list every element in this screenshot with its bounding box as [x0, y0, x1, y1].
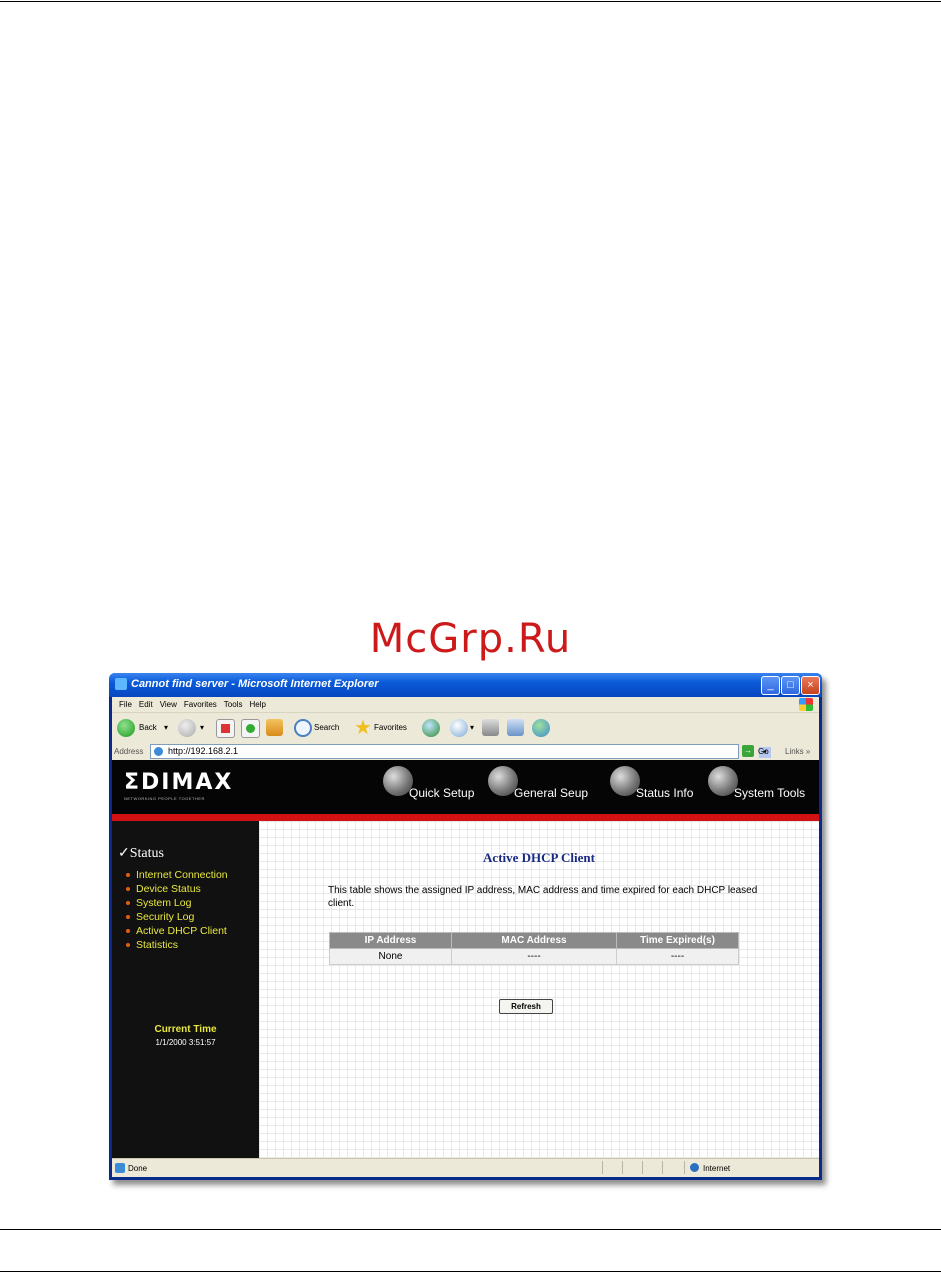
- maximize-button[interactable]: □: [781, 676, 800, 695]
- table-header-row: IP Address MAC Address Time Expired(s): [329, 932, 739, 949]
- col-time-expired: Time Expired(s): [616, 932, 739, 949]
- page-done-icon: [115, 1163, 125, 1173]
- sidebar-item-statistics[interactable]: Statistics: [126, 939, 178, 951]
- status-divider: [662, 1161, 663, 1174]
- stop-icon[interactable]: [216, 719, 235, 738]
- nav-general-setup-label: General Seup: [514, 786, 589, 800]
- home-icon[interactable]: [266, 719, 283, 736]
- col-mac-address: MAC Address: [451, 932, 617, 949]
- edimax-logo: ΣDIMAX: [124, 770, 234, 795]
- search-label[interactable]: Search: [314, 723, 339, 732]
- menu-file[interactable]: File: [119, 697, 132, 712]
- windows-logo-icon: [799, 698, 813, 711]
- menu-tools[interactable]: Tools: [224, 697, 243, 712]
- watermark: McGrp.Ru: [369, 616, 572, 662]
- dhcp-client-table: IP Address MAC Address Time Expired(s) N…: [329, 932, 739, 965]
- sidebar-item-label: Internet Connection: [136, 869, 228, 881]
- sidebar-item-device-status[interactable]: Device Status: [126, 883, 201, 895]
- forward-dropdown-icon[interactable]: ▾: [200, 723, 204, 732]
- nav-system-tools-label: System Tools: [734, 786, 806, 800]
- bottom-rule-2: [0, 1271, 941, 1272]
- page-title: Active DHCP Client: [483, 850, 595, 865]
- edit-icon[interactable]: [507, 719, 524, 736]
- links-button[interactable]: Links »: [785, 747, 810, 756]
- sidebar-heading: ✓Status: [118, 846, 164, 861]
- sidebar-item-label: Device Status: [136, 883, 201, 895]
- status-divider: [642, 1161, 643, 1174]
- table-row: None ---- ----: [329, 948, 739, 965]
- nav-quick-setup-label: Quick Setup: [409, 786, 475, 800]
- print-icon[interactable]: [482, 719, 499, 736]
- cell-mac: ----: [451, 948, 617, 965]
- mail-icon[interactable]: [450, 719, 468, 737]
- search-icon[interactable]: [294, 719, 312, 737]
- current-time-label: Current Time: [154, 1024, 217, 1035]
- main-content: Active DHCP Client This table shows the …: [259, 821, 819, 1158]
- favorites-icon[interactable]: ★: [354, 715, 372, 740]
- toolbar: Back ▾ ▾ Search ★ Favorites ▾: [112, 712, 819, 744]
- status-bar: Done Internet: [112, 1158, 819, 1177]
- close-button[interactable]: ×: [801, 676, 820, 695]
- sidebar-item-label: System Log: [136, 897, 192, 909]
- status-divider: [602, 1161, 603, 1174]
- sidebar-item-label: Security Log: [136, 911, 195, 923]
- back-icon[interactable]: [117, 719, 135, 737]
- sidebar-item-system-log[interactable]: System Log: [126, 897, 191, 909]
- security-zone: Internet: [703, 1164, 731, 1173]
- cell-time: ----: [616, 948, 739, 965]
- address-url[interactable]: http://192.168.2.1: [168, 746, 238, 756]
- sidebar-item-internet-connection[interactable]: Internet Connection: [126, 869, 228, 881]
- page-description: This table shows the assigned IP address…: [328, 885, 758, 909]
- messenger-icon[interactable]: [532, 719, 550, 737]
- current-time-value: 1/1/2000 3:51:57: [155, 1038, 216, 1047]
- status-divider: [684, 1161, 685, 1174]
- menu-favorites[interactable]: Favorites: [184, 697, 217, 712]
- go-icon[interactable]: →: [742, 745, 754, 757]
- back-label[interactable]: Back: [139, 723, 157, 732]
- page-icon: [154, 747, 163, 756]
- address-label: Address: [114, 747, 144, 756]
- mail-dropdown-icon[interactable]: ▾: [470, 723, 474, 732]
- refresh-button[interactable]: Refresh: [499, 999, 553, 1014]
- menu-help[interactable]: Help: [249, 697, 265, 712]
- bottom-rule-1: [0, 1229, 941, 1230]
- sidebar-item-label: Active DHCP Client: [136, 925, 227, 937]
- refresh-icon[interactable]: [241, 719, 260, 738]
- cell-ip: None: [329, 948, 452, 965]
- title-bar[interactable]: Cannot find server - Microsoft Internet …: [109, 673, 822, 697]
- favorites-label[interactable]: Favorites: [374, 723, 407, 732]
- back-dropdown-icon[interactable]: ▾: [164, 723, 168, 732]
- router-header: ΣDIMAX NETWORKING PEOPLE TOGETHER Quick …: [112, 760, 819, 814]
- minimize-button[interactable]: _: [761, 676, 780, 695]
- browser-window: Cannot find server - Microsoft Internet …: [109, 673, 822, 1180]
- ie-icon: [115, 678, 127, 690]
- menu-edit[interactable]: Edit: [139, 697, 153, 712]
- col-ip-address: IP Address: [329, 932, 452, 949]
- top-rule: [0, 1, 941, 2]
- web-page: ΣDIMAX NETWORKING PEOPLE TOGETHER Quick …: [112, 760, 819, 1158]
- forward-icon[interactable]: [178, 719, 196, 737]
- status-text: Done: [128, 1164, 148, 1173]
- header-divider: [112, 814, 819, 821]
- go-button[interactable]: Go: [758, 747, 769, 756]
- internet-zone-icon: [690, 1163, 699, 1172]
- address-bar: Address http://192.168.2.1 ▾ → Go Links …: [112, 743, 819, 760]
- logo-tagline: NETWORKING PEOPLE TOGETHER: [124, 796, 205, 801]
- sidebar-item-security-log[interactable]: Security Log: [126, 911, 194, 923]
- menu-bar: File Edit View Favorites Tools Help: [112, 697, 819, 712]
- menu-view[interactable]: View: [160, 697, 177, 712]
- sidebar-item-active-dhcp-client[interactable]: Active DHCP Client: [126, 925, 227, 937]
- history-icon[interactable]: [422, 719, 440, 737]
- status-divider: [622, 1161, 623, 1174]
- sidebar: ✓Status Internet Connection Device Statu…: [112, 821, 259, 1158]
- window-title: Cannot find server - Microsoft Internet …: [131, 678, 379, 690]
- nav-status-info-label: Status Info: [636, 786, 694, 800]
- sidebar-item-label: Statistics: [136, 939, 179, 951]
- address-input[interactable]: http://192.168.2.1 ▾: [150, 744, 771, 759]
